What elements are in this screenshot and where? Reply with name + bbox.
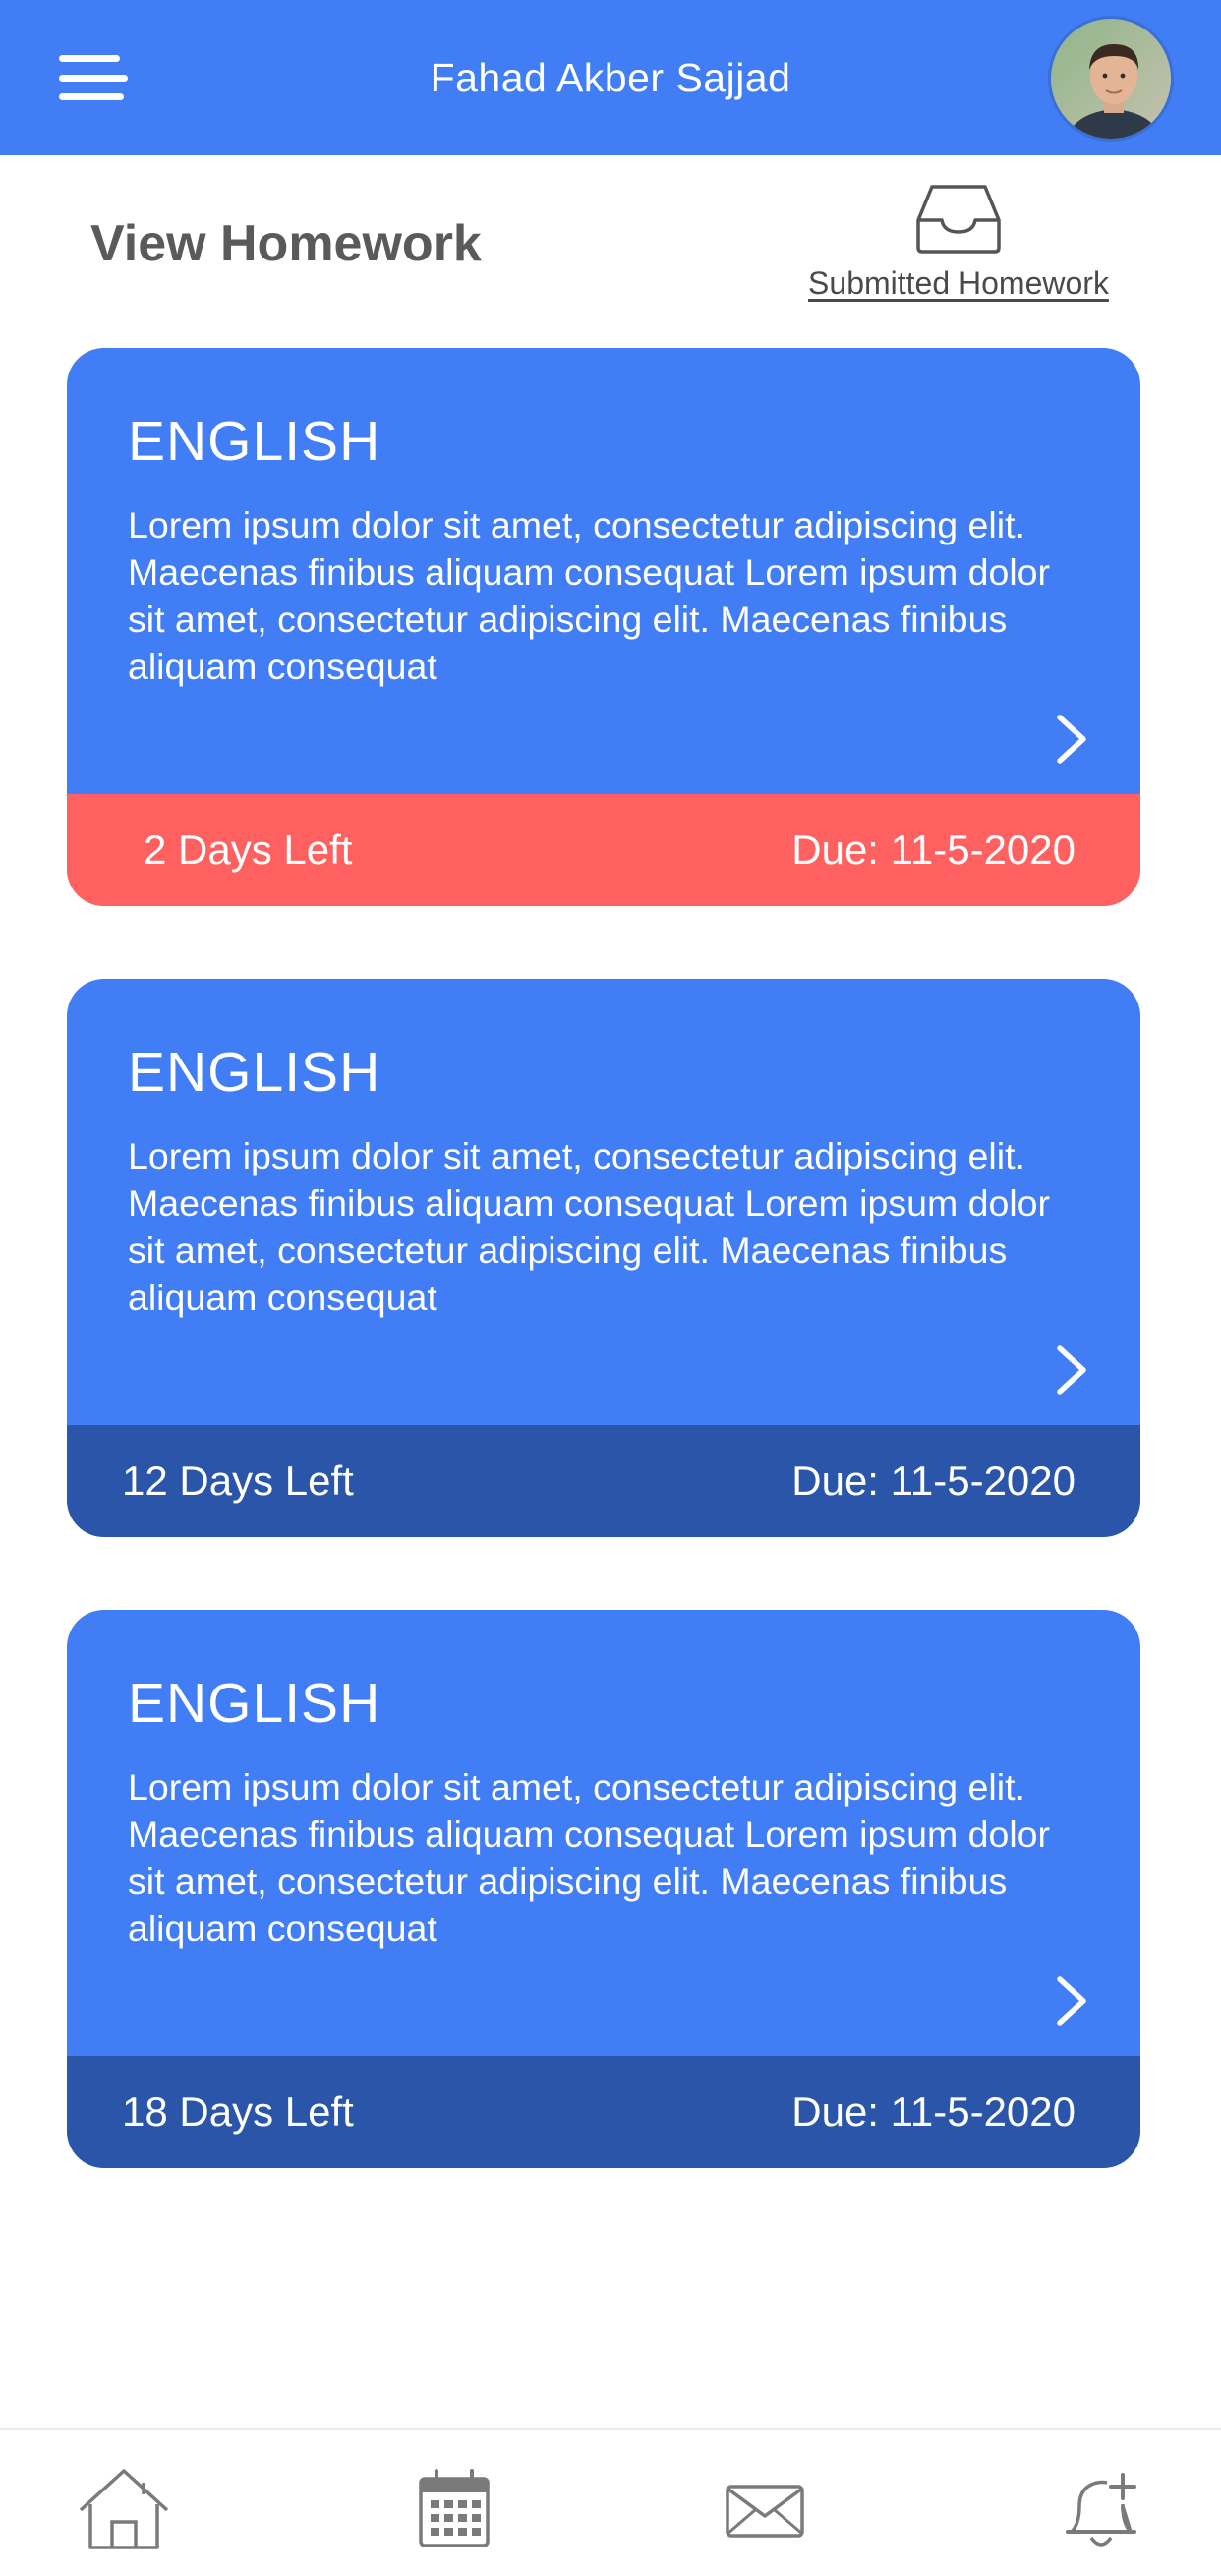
card-subject: ENGLISH — [128, 1672, 381, 1735]
card-description: Lorem ipsum dolor sit amet, consectetur … — [128, 1135, 1051, 1318]
home-icon[interactable] — [75, 2465, 173, 2553]
calendar-icon[interactable] — [405, 2465, 503, 2553]
homework-card[interactable]: ENGLISH Lorem ipsum dolor sit amet, cons… — [67, 348, 1140, 906]
due-date: Due: 11-5-2020 — [791, 2089, 1076, 2135]
mail-icon[interactable] — [716, 2465, 814, 2553]
inbox-tray-icon — [916, 185, 1001, 254]
hamburger-menu-icon[interactable] — [59, 55, 128, 100]
card-description: Lorem ipsum dolor sit amet, consectetur … — [128, 504, 1051, 687]
homework-card[interactable]: ENGLISH Lorem ipsum dolor sit amet, cons… — [67, 979, 1140, 1537]
chevron-right-icon[interactable] — [1052, 1974, 1091, 2029]
submitted-homework-link[interactable]: Submitted Homework — [777, 183, 1140, 320]
days-left: 18 Days Left — [122, 2089, 354, 2135]
homework-screen: Fahad Akber Sajjad View Homework Submitt… — [0, 0, 1221, 2576]
card-description: Lorem ipsum dolor sit amet, consectetur … — [128, 1766, 1051, 1949]
avatar[interactable] — [1048, 16, 1174, 142]
card-status-bar: 18 Days Left Due: 11-5-2020 — [67, 2056, 1140, 2168]
chevron-right-icon[interactable] — [1052, 712, 1091, 767]
chevron-right-icon[interactable] — [1052, 1343, 1091, 1398]
card-subject: ENGLISH — [128, 1041, 381, 1104]
card-status-bar: 12 Days Left Due: 11-5-2020 — [67, 1425, 1140, 1537]
page-title: View Homework — [90, 215, 482, 272]
homework-card[interactable]: ENGLISH Lorem ipsum dolor sit amet, cons… — [67, 1610, 1140, 2168]
bell-add-icon[interactable] — [1052, 2465, 1150, 2553]
due-date: Due: 11-5-2020 — [791, 1458, 1076, 1504]
submitted-homework-label: Submitted Homework — [808, 265, 1109, 301]
card-subject: ENGLISH — [128, 410, 381, 473]
days-left: 12 Days Left — [122, 1458, 354, 1504]
user-name: Fahad Akber Sajjad — [430, 54, 791, 100]
app-header: Fahad Akber Sajjad — [0, 0, 1221, 155]
due-date: Due: 11-5-2020 — [791, 827, 1076, 873]
card-status-bar: 2 Days Left Due: 11-5-2020 — [67, 794, 1140, 906]
bottom-navigation — [0, 2428, 1221, 2576]
days-left: 2 Days Left — [144, 827, 353, 873]
